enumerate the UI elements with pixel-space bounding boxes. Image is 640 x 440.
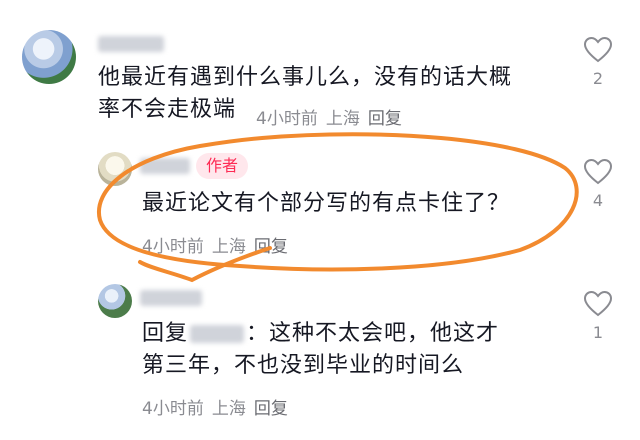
like-button[interactable]: 2 [578,36,618,88]
comment-location: 上海 [211,237,246,257]
like-button[interactable]: 1 [578,290,618,342]
avatar[interactable] [98,284,132,318]
like-count: 4 [592,191,604,210]
reply-button[interactable]: 回复 [254,237,288,257]
username-blurred[interactable] [98,36,164,52]
comment-time: 4小时前 [256,109,318,129]
avatar[interactable] [22,30,76,84]
comment-text-line2: 第三年，不也没到毕业的时间么 [142,353,465,378]
comment-location: 上海 [325,109,360,129]
comment-text-line1: 回复 ：这种不太会吧，他这才 [142,318,572,350]
comment-text-line2-start: 率不会走极端 [98,97,237,122]
comment-meta: 4小时前 上海 回复 [142,394,296,419]
comment-meta: 4小时前 上海 回复 [256,104,410,129]
comment-meta: 4小时前 上海 回复 [142,232,296,257]
comment-text: 最近论文有个部分写的有点卡住了？ [142,191,511,216]
heart-outline-icon [583,290,613,317]
comment-text: 回复 ：这种不太会吧，他这才 第三年，不也没到毕业的时间么 [142,318,572,382]
comment-time: 4小时前 [142,399,204,419]
comment-text-after: ：这种不太会吧，他这才 [246,321,500,346]
heart-outline-icon [583,36,613,63]
comment-time: 4小时前 [142,237,204,257]
like-count: 1 [592,323,604,342]
author-badge: 作者 [196,153,248,179]
username-blurred[interactable] [140,290,202,306]
reply-to-username-blurred[interactable] [190,325,245,343]
like-button[interactable]: 4 [578,158,618,210]
reply-button[interactable]: 回复 [368,109,402,129]
comment-location: 上海 [211,399,246,419]
reply-prefix: 回复 [142,321,189,346]
reply-button[interactable]: 回复 [254,399,288,419]
heart-outline-icon [583,158,613,185]
comment-text-line1: 他最近有遇到什么事儿么，没有的话大概 [98,65,513,90]
like-count: 2 [592,69,604,88]
username-blurred[interactable] [140,158,190,174]
avatar[interactable] [98,152,132,186]
